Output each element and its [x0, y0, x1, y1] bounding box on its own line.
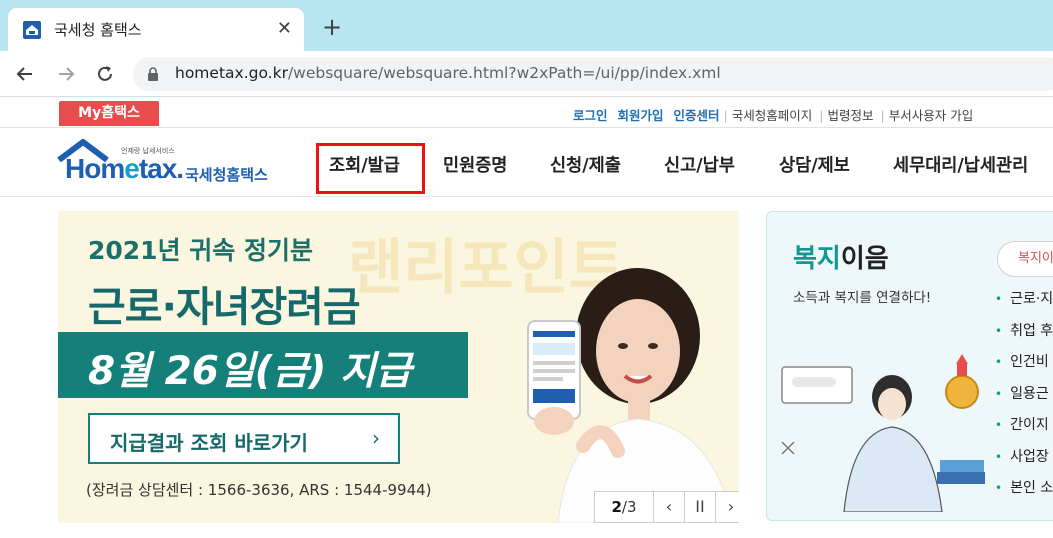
welfare-list-item[interactable]: • 인건비 — [995, 351, 1053, 383]
tab-title: 국세청 홈택스 — [54, 21, 142, 39]
banner-subtitle: 2021년 귀속 정기분 — [88, 236, 313, 265]
new-tab-icon[interactable]: + — [322, 14, 342, 40]
welfare-list-item[interactable]: • 일용근 — [995, 383, 1053, 415]
law-info-link[interactable]: 법령정보 — [828, 108, 874, 123]
divider: | — [819, 108, 824, 123]
logo-wordmark-a: Hom — [65, 153, 125, 184]
divider: | — [723, 108, 728, 123]
pager-current: 2 — [611, 498, 622, 516]
panel-title-rest: 이음 — [840, 244, 889, 274]
util-links: 로그인 회원가입 인증센터 | 국세청홈페이지 | 법령정보 | 부서사용자 가입 — [573, 105, 976, 124]
welfare-list-item[interactable]: • 간이지 — [995, 414, 1053, 446]
welfare-list-item[interactable]: • 취업 후 — [995, 320, 1053, 352]
join-link[interactable]: 회원가입 — [618, 108, 664, 123]
gnb-civil-certificate[interactable]: 민원증명 — [443, 152, 507, 177]
pager-count: 2/3 — [594, 491, 654, 523]
url-path: /websquare/websquare.html?w2xPath=/ui/pp… — [287, 64, 721, 82]
banner-title: 근로·자녀장려금 — [88, 283, 361, 331]
gnb-apply-submit[interactable]: 신청/제출 — [550, 152, 621, 177]
bullet-icon: • — [995, 355, 1003, 369]
site-header: 언제랑 납세서비스 Hometax. 국세청홈택스 조회/발급 민원증명 신청/… — [0, 129, 1053, 197]
reload-icon[interactable] — [95, 64, 115, 84]
url-text: hometax.go.kr/websquare/websquare.html?w… — [175, 64, 721, 82]
welfare-panel: 복지이음 소득과 복지를 연결하다! 복지이 • 근로·지 • 취업 후 • 인건비 … — [766, 211, 1053, 521]
welfare-list-item[interactable]: • 사업장 — [995, 446, 1053, 478]
panel-description: 소득과 복지를 연결하다! — [793, 290, 932, 306]
welfare-illustration — [781, 354, 985, 512]
forward-arrow-icon[interactable] — [56, 64, 76, 84]
pause-slide-button[interactable]: II — [685, 491, 716, 523]
panel-title: 복지이음 — [793, 238, 889, 275]
banner-contact: (장려금 상담센터 : 1566-3636, ARS : 1544-9944) — [86, 481, 432, 499]
dept-user-link[interactable]: 부서사용자 가입 — [889, 108, 973, 123]
logo-wordmark-b: tax. — [138, 153, 184, 184]
logo-name: 국세청홈택스 — [185, 166, 268, 184]
welfare-list: • 근로·지 • 취업 후 • 인건비 • 일용근 • 간이지 • 사업장 • 본인 소 — [995, 288, 1053, 509]
bullet-icon: • — [995, 292, 1003, 306]
login-link[interactable]: 로그인 — [573, 108, 608, 123]
url-domain: hometax.go.kr — [175, 64, 288, 82]
close-icon[interactable]: ✕ — [277, 18, 292, 40]
main-banner[interactable]: 랜리포인트 2021년 귀속 정기분 근로·자녀장려금 8월 26일(금) 지급… — [58, 211, 739, 523]
check-result-label: 지급결과 조회 바로가기 — [110, 431, 308, 455]
welfare-list-item[interactable]: • 근로·지 — [995, 288, 1053, 320]
logo-wordmark-e: e — [124, 153, 140, 184]
cert-center-link[interactable]: 인증센터 — [674, 108, 720, 123]
bullet-icon: • — [995, 481, 1003, 495]
gnb-report-pay[interactable]: 신고/납부 — [664, 152, 735, 177]
lock-icon — [148, 67, 158, 81]
chevron-right-icon: › — [372, 426, 380, 450]
next-slide-button[interactable]: › — [716, 491, 739, 523]
bullet-icon: • — [995, 449, 1003, 464]
divider: | — [880, 108, 885, 123]
back-arrow-icon[interactable] — [15, 64, 35, 84]
bullet-icon: • — [995, 418, 1003, 432]
gnb-consult-report[interactable]: 상담/제보 — [779, 152, 850, 177]
model-with-phone-illustration — [527, 268, 734, 523]
banner-date-text: 8월 26일(금) 지급 — [88, 349, 412, 394]
nts-page-link[interactable]: 국세청홈페이지 — [732, 108, 813, 123]
check-result-button[interactable]: 지급결과 조회 바로가기 › — [88, 413, 400, 464]
pager-total: /3 — [621, 498, 637, 516]
site-util-bar: My홈택스 로그인 회원가입 인증센터 | 국세청홈페이지 | 법령정보 | 부서사용자 가입 — [0, 98, 1053, 128]
banner-pager: 2/3 ‹ II › — [594, 491, 739, 523]
address-bar[interactable]: hometax.go.kr/websquare/websquare.html?w… — [133, 57, 1053, 91]
welfare-list-item[interactable]: • 본인 소 — [995, 477, 1053, 509]
my-hometax-button[interactable]: My홈택스 — [59, 101, 159, 126]
hometax-favicon-icon — [23, 21, 41, 39]
browser-toolbar: hometax.go.kr/websquare/websquare.html?w… — [0, 51, 1053, 97]
prev-slide-button[interactable]: ‹ — [654, 491, 685, 523]
welfare-pill-button[interactable]: 복지이 — [997, 241, 1053, 277]
panel-title-accent: 복지 — [793, 244, 841, 274]
bullet-icon: • — [995, 323, 1003, 338]
bullet-icon: • — [995, 386, 1003, 401]
hometax-logo[interactable]: 언제랑 납세서비스 Hometax. 국세청홈택스 — [57, 136, 287, 188]
banner-date-strip: 8월 26일(금) 지급 — [58, 332, 468, 398]
browser-tab-bar: 국세청 홈택스 ✕ + — [0, 0, 1053, 51]
gnb-lookup-issue[interactable]: 조회/발급 — [329, 152, 400, 177]
logo-wordmark: Hometax. — [65, 153, 184, 185]
browser-tab[interactable]: 국세청 홈택스 ✕ — [8, 8, 304, 51]
gnb-tax-agent[interactable]: 세무대리/납세관리 — [893, 152, 1028, 177]
